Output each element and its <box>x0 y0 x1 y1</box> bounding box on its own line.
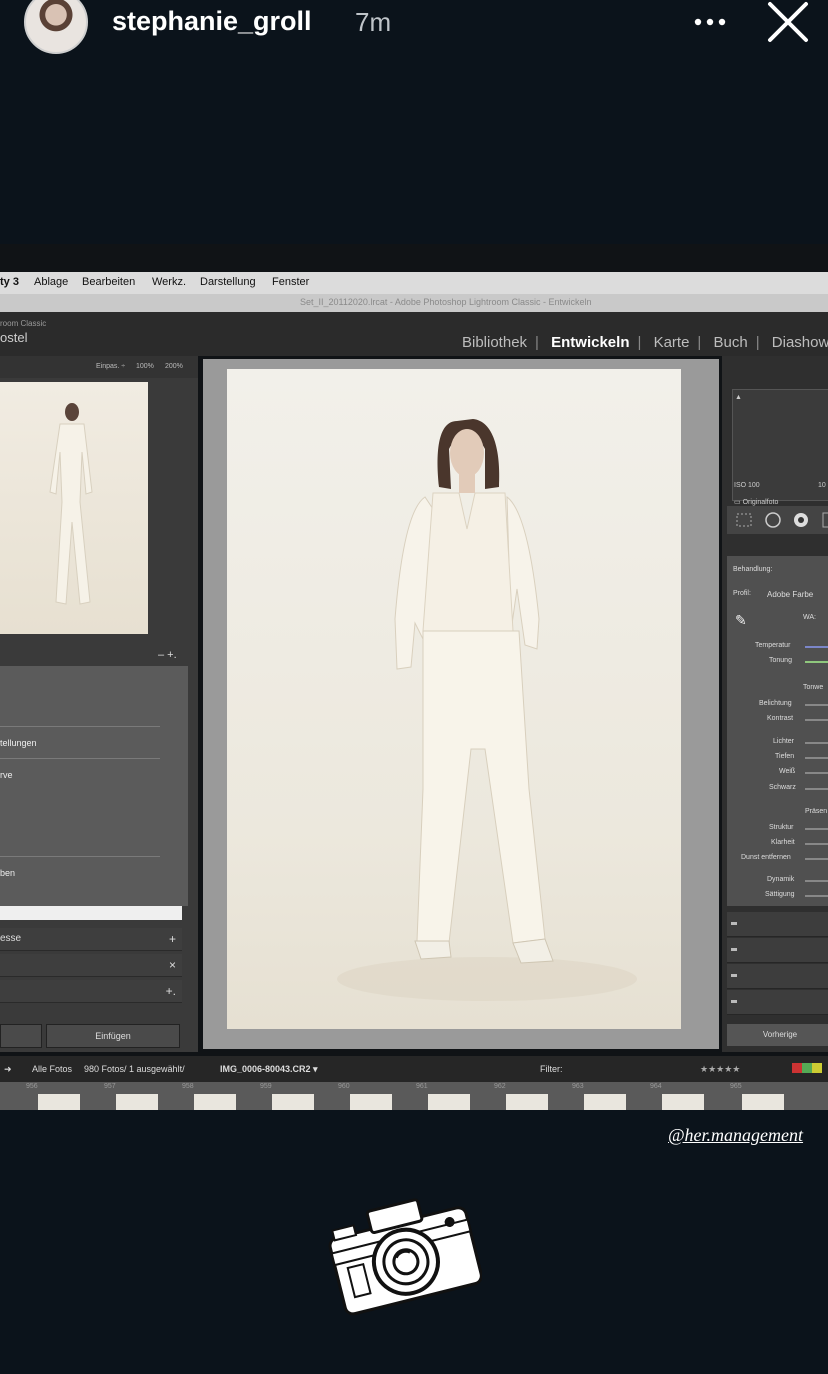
add-icon: + <box>168 932 176 946</box>
panel-row-hsl[interactable] <box>727 938 828 963</box>
spot-removal-icon <box>765 512 781 528</box>
panel-row-tone-curve[interactable] <box>727 912 828 937</box>
more-options-icon[interactable] <box>690 8 730 36</box>
texture-slider[interactable] <box>805 828 828 830</box>
navigator-preview[interactable] <box>0 382 148 634</box>
clarity-slider[interactable] <box>805 843 828 845</box>
temperature-slider[interactable] <box>805 646 828 648</box>
clear-icon: × <box>168 958 176 972</box>
copy-button[interactable] <box>0 1024 42 1048</box>
module-map[interactable]: Karte <box>654 334 690 351</box>
camera-sticker-icon[interactable] <box>326 1188 482 1320</box>
tool-strip <box>727 506 828 534</box>
panel-divider <box>0 906 182 920</box>
brand-small: room Classic <box>0 319 47 328</box>
filter-label: Filter: <box>540 1064 563 1074</box>
film-thumbnail[interactable] <box>38 1094 80 1110</box>
menu-item[interactable]: Darstellung <box>200 276 256 288</box>
basic-panel: Behandlung: Profil: Adobe Farbe ✎ WA: Te… <box>727 556 828 906</box>
file-name[interactable]: IMG_0006-80043.CR2 ▾ <box>220 1064 318 1075</box>
panel-row-color-grading[interactable] <box>727 964 828 989</box>
avatar[interactable] <box>24 0 88 54</box>
right-panel: ▲ ISO 100 10 ▭ Originalfoto Behandlung: … <box>722 356 828 1052</box>
color-label-filter[interactable] <box>792 1063 822 1073</box>
previous-button[interactable]: Vorherige <box>727 1024 828 1046</box>
highlights-slider[interactable] <box>805 742 828 744</box>
whites-slider[interactable] <box>805 772 828 774</box>
source-label[interactable]: Alle Fotos <box>32 1064 72 1074</box>
panel-row-detail[interactable] <box>727 990 828 1015</box>
left-panel: Einpas. ÷ 100% 200% – +. tellungen rve b… <box>0 356 198 1052</box>
filmstrip-toolbar: ➜ Alle Fotos 980 Fotos/ 1 ausgewählt/ IM… <box>0 1056 828 1082</box>
zoom-100[interactable]: 100% <box>136 363 154 370</box>
dehaze-slider[interactable] <box>805 858 828 860</box>
white-balance-picker-icon[interactable]: ✎ <box>735 612 747 629</box>
menu-item[interactable]: ty 3 <box>0 276 19 288</box>
contrast-slider[interactable] <box>805 719 828 721</box>
menu-bar: ty 3 Ablage Bearbeiten Werkz. Darstellun… <box>0 272 828 294</box>
window-title-bar: Set_II_20112020.lrcat - Adobe Photoshop … <box>0 294 828 312</box>
iso-readout-right: 10 <box>818 482 826 489</box>
module-book[interactable]: Buch <box>714 334 748 351</box>
rating-filter-stars[interactable]: ★★★★★ <box>700 1064 740 1075</box>
history-row[interactable]: × <box>0 954 182 977</box>
lightroom-header: room Classic ostel Bibliothek | Entwickel… <box>0 312 828 356</box>
tint-slider[interactable] <box>805 661 828 663</box>
saturation-slider[interactable] <box>805 895 828 897</box>
arrow-right-icon[interactable]: ➜ <box>4 1064 12 1075</box>
add-icon: +. <box>165 984 176 998</box>
presets-add-remove[interactable]: – +. <box>158 649 177 661</box>
film-thumbnail[interactable] <box>350 1094 392 1110</box>
film-thumbnail[interactable] <box>194 1094 236 1110</box>
window-title: Set_II_20112020.lrcat - Adobe Photoshop … <box>300 297 592 307</box>
zoom-fit[interactable]: Einpas. ÷ <box>96 363 125 370</box>
crop-icon <box>736 513 752 527</box>
film-thumbnail[interactable] <box>742 1094 784 1110</box>
film-thumbnail[interactable] <box>428 1094 470 1110</box>
username[interactable]: stephanie_groll <box>112 6 312 37</box>
film-thumbnail[interactable] <box>584 1094 626 1110</box>
module-picker: Bibliothek | Entwickeln | Karte | Buch | Dia… <box>462 334 828 351</box>
photo-count: 980 Fotos/ 1 ausgewählt/ <box>84 1064 185 1074</box>
story-photo-monitor: ty 3 Ablage Bearbeiten Werkz. Darstellun… <box>0 244 828 1110</box>
presets-panel: tellungen rve ben <box>0 666 188 906</box>
profile-dropdown[interactable]: Adobe Farbe <box>767 590 813 599</box>
menu-item[interactable]: Fenster <box>272 276 309 288</box>
snapshots-row[interactable]: esse + <box>0 928 182 951</box>
module-develop[interactable]: Entwickeln <box>551 334 629 351</box>
filmstrip: 956 957 958 959 960 961 962 963 964 965 <box>0 1082 828 1110</box>
photo-canvas[interactable] <box>203 359 719 1049</box>
menu-item[interactable]: Werkz. <box>152 276 186 288</box>
film-thumbnail[interactable] <box>272 1094 314 1110</box>
story-header: stephanie_groll 7m <box>0 0 828 60</box>
film-thumbnail[interactable] <box>116 1094 158 1110</box>
menu-item[interactable]: Ablage <box>34 276 68 288</box>
vibrance-slider[interactable] <box>805 880 828 882</box>
blacks-slider[interactable] <box>805 788 828 790</box>
original-photo-checkbox-label[interactable]: ▭ Originalfoto <box>734 498 778 506</box>
module-slideshow[interactable]: Diashow <box>772 334 828 351</box>
paste-button[interactable]: Einfügen <box>46 1024 180 1048</box>
graduated-filter-icon <box>822 512 828 528</box>
zoom-200[interactable]: 200% <box>165 363 183 370</box>
post-time: 7m <box>355 7 392 37</box>
close-icon[interactable] <box>766 0 810 44</box>
collections-row[interactable]: +. <box>0 980 182 1003</box>
exposure-slider[interactable] <box>805 704 828 706</box>
iso-readout: ISO 100 <box>734 482 760 489</box>
preset-item[interactable]: tellungen <box>0 738 37 748</box>
model-thumbnail-figure <box>49 403 93 605</box>
menu-item[interactable]: Bearbeiten <box>82 276 135 288</box>
model-figure <box>337 419 637 1001</box>
film-thumbnail[interactable] <box>662 1094 704 1110</box>
navigator-bar: Einpas. ÷ 100% 200% <box>0 356 198 378</box>
catalog-name: ostel <box>0 330 28 345</box>
mention-sticker[interactable]: @her.management <box>668 1125 803 1146</box>
preset-item[interactable]: rve <box>0 770 13 780</box>
film-thumbnail[interactable] <box>506 1094 548 1110</box>
preset-item[interactable]: ben <box>0 868 15 878</box>
module-library[interactable]: Bibliothek <box>462 334 527 351</box>
edited-photo[interactable] <box>227 369 681 1029</box>
shadows-slider[interactable] <box>805 757 828 759</box>
